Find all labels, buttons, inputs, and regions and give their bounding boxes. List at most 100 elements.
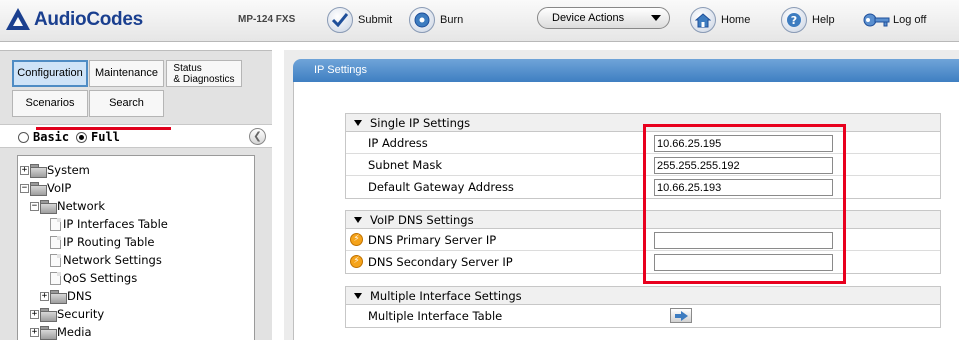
collapse-triangle-icon bbox=[354, 119, 362, 126]
key-icon bbox=[862, 9, 890, 31]
folder-icon bbox=[40, 308, 57, 322]
open-table-button[interactable] bbox=[670, 308, 692, 323]
folder-icon bbox=[30, 182, 47, 196]
multiple-interface-settings-group: Multiple Interface Settings Multiple Int… bbox=[345, 286, 941, 328]
tree-item-label: IP Interfaces Table bbox=[63, 217, 168, 231]
log-off-button[interactable]: Log off bbox=[862, 5, 926, 35]
device-actions-label: Device Actions bbox=[552, 12, 625, 24]
folder-icon bbox=[40, 326, 57, 340]
navigation-tree: + System − VoIP − Network IP Interfaces … bbox=[17, 155, 255, 340]
multiple-interface-table-row: Multiple Interface Table bbox=[346, 305, 940, 327]
folder-icon bbox=[50, 290, 67, 304]
home-button[interactable]: Home bbox=[690, 5, 750, 35]
folder-icon bbox=[30, 164, 47, 178]
audiocodes-logo: AudioCodes bbox=[4, 8, 143, 32]
submit-label: Submit bbox=[358, 14, 393, 26]
tree-item-dns[interactable]: + DNS bbox=[40, 288, 92, 304]
tab-configuration[interactable]: Configuration bbox=[12, 60, 88, 87]
top-toolbar: AudioCodes MP-124 FXS Submit Burn Device… bbox=[0, 0, 959, 42]
lightning-icon: ⚡ bbox=[350, 255, 363, 268]
tree-item-label: System bbox=[47, 163, 90, 177]
basic-radio[interactable]: Basic bbox=[18, 130, 69, 144]
multiple-interface-table-label: Multiple Interface Table bbox=[368, 309, 503, 323]
collapse-panel-button[interactable]: ❮ bbox=[249, 128, 266, 145]
tab-maintenance-label: Maintenance bbox=[95, 67, 158, 79]
tree-item-label: Media bbox=[57, 325, 92, 339]
tab-status-line2: & Diagnostics bbox=[173, 73, 235, 85]
tab-search[interactable]: Search bbox=[89, 90, 164, 117]
group-title: VoIP DNS Settings bbox=[370, 212, 474, 227]
burn-button[interactable]: Burn bbox=[409, 5, 463, 35]
device-actions-dropdown[interactable]: Device Actions bbox=[537, 7, 670, 29]
default-gateway-label: Default Gateway Address bbox=[368, 180, 514, 194]
tree-item-label: Network Settings bbox=[63, 253, 162, 267]
help-label: Help bbox=[812, 14, 835, 26]
logo-triangle-icon bbox=[4, 8, 32, 32]
tree-item-ip-routing-table[interactable]: IP Routing Table bbox=[50, 234, 154, 250]
device-model: MP-124 FXS bbox=[238, 14, 296, 25]
tree-item-qos-settings[interactable]: QoS Settings bbox=[50, 270, 137, 286]
ip-address-label: IP Address bbox=[368, 135, 428, 150]
tab-status-line1: Status bbox=[173, 62, 202, 74]
full-radio-label: Full bbox=[91, 130, 120, 144]
page-title: IP Settings bbox=[293, 59, 959, 82]
subnet-mask-label: Subnet Mask bbox=[368, 157, 443, 172]
disc-icon bbox=[409, 7, 435, 33]
help-button[interactable]: ? Help bbox=[781, 5, 835, 35]
home-icon bbox=[690, 7, 716, 33]
full-radio-dot bbox=[76, 131, 87, 143]
basic-radio-label: Basic bbox=[33, 130, 70, 144]
log-off-label: Log off bbox=[893, 14, 927, 26]
tree-item-label: Network bbox=[57, 199, 106, 213]
tab-scenarios-label: Scenarios bbox=[25, 97, 75, 109]
arrow-head bbox=[680, 310, 688, 321]
tree-item-security[interactable]: + Security bbox=[30, 306, 104, 322]
tree-item-label: DNS bbox=[67, 289, 92, 303]
tree-item-network-settings[interactable]: Network Settings bbox=[50, 252, 162, 268]
logo-text: AudioCodes bbox=[34, 9, 143, 30]
tab-maintenance[interactable]: Maintenance bbox=[89, 60, 164, 87]
expand-icon[interactable]: + bbox=[40, 291, 49, 301]
tree-item-label: IP Routing Table bbox=[63, 235, 155, 249]
chevron-down-icon bbox=[651, 15, 661, 21]
tab-configuration-label: Configuration bbox=[17, 67, 83, 79]
collapse-icon[interactable]: − bbox=[20, 183, 29, 193]
help-icon: ? bbox=[781, 7, 807, 33]
expand-icon[interactable]: + bbox=[30, 327, 39, 337]
tree-item-media[interactable]: + Media bbox=[30, 324, 92, 340]
page-icon bbox=[50, 253, 61, 267]
tab-status-diagnostics[interactable]: Status & Diagnostics bbox=[166, 60, 242, 87]
home-label: Home bbox=[721, 14, 751, 26]
collapse-triangle-icon bbox=[354, 216, 362, 223]
tab-scenarios[interactable]: Scenarios bbox=[12, 90, 88, 117]
page-icon bbox=[50, 271, 61, 285]
submit-button[interactable]: Submit bbox=[327, 5, 392, 35]
tab-search-label: Search bbox=[109, 97, 144, 109]
basic-radio-dot bbox=[18, 131, 29, 143]
highlight-box bbox=[643, 124, 846, 284]
collapse-icon[interactable]: − bbox=[30, 201, 39, 211]
checkmark-icon bbox=[327, 7, 353, 33]
tree-item-voip[interactable]: − VoIP bbox=[20, 180, 71, 196]
folder-icon bbox=[40, 200, 57, 214]
page-icon bbox=[50, 235, 61, 249]
group-title: Multiple Interface Settings bbox=[370, 288, 522, 303]
expand-icon[interactable]: + bbox=[30, 309, 39, 319]
tree-item-label: VoIP bbox=[47, 181, 72, 195]
chevron-left-icon: ❮ bbox=[253, 131, 262, 142]
burn-label: Burn bbox=[440, 14, 464, 26]
tree-item-system[interactable]: + System bbox=[20, 162, 90, 178]
tab-status-text: Status & Diagnostics bbox=[173, 63, 234, 85]
tree-item-label: Security bbox=[57, 307, 105, 321]
tree-item-ip-interfaces-table[interactable]: IP Interfaces Table bbox=[50, 216, 168, 232]
tree-item-network[interactable]: − Network bbox=[30, 198, 105, 214]
tree-item-label: QoS Settings bbox=[63, 271, 138, 285]
expand-icon[interactable]: + bbox=[20, 165, 29, 175]
lightning-icon: ⚡ bbox=[350, 233, 363, 246]
selected-item-underline bbox=[36, 127, 171, 130]
dns-secondary-label: DNS Secondary Server IP bbox=[368, 255, 513, 269]
multiple-interface-settings-header[interactable]: Multiple Interface Settings bbox=[346, 287, 940, 305]
full-radio[interactable]: Full bbox=[76, 130, 120, 144]
dns-primary-label: DNS Primary Server IP bbox=[368, 232, 497, 247]
collapse-triangle-icon bbox=[354, 292, 362, 299]
